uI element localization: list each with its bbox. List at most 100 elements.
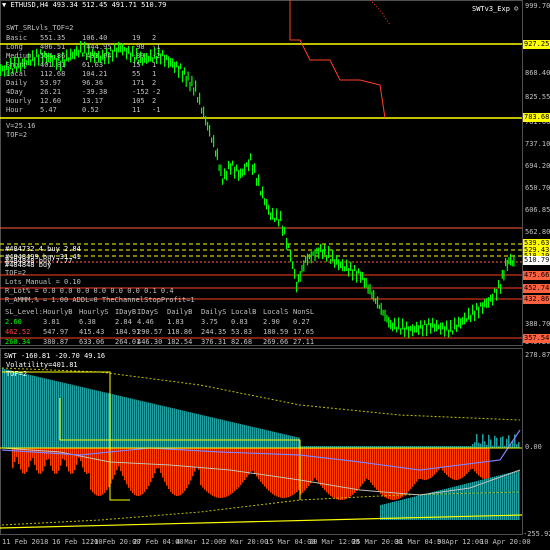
candle: [428, 318, 430, 326]
candle: [118, 41, 120, 53]
histogram-bar: [140, 400, 142, 448]
histogram-bar: [148, 448, 150, 486]
histogram-bar: [184, 448, 186, 491]
level-value: 26.21: [40, 88, 62, 96]
histogram-bar: [206, 448, 208, 492]
histogram-bar: [236, 423, 238, 448]
candle: [350, 261, 352, 271]
tof-value: TOF=2: [6, 131, 28, 139]
candle: [258, 174, 260, 187]
candle: [240, 168, 242, 179]
time-tick: 10 Apr 20:00: [480, 538, 531, 546]
price-tick: 999.70: [525, 2, 550, 10]
histogram-bar: [70, 384, 72, 448]
candle: [390, 319, 392, 330]
candle: [334, 259, 336, 268]
level-value: 53.97: [40, 79, 62, 87]
histogram-bar: [390, 448, 392, 500]
table-header-cell: SL_Level:: [5, 308, 43, 316]
histogram-bar: [498, 475, 500, 520]
histogram-bar: [512, 472, 514, 520]
candle: [336, 255, 338, 265]
histogram-bar: [358, 448, 360, 489]
histogram-bar: [390, 502, 392, 520]
histogram-bar: [58, 381, 60, 448]
candle: [494, 288, 496, 293]
levels-title: SWT_SRLvls_TOF=2: [6, 24, 74, 32]
histogram-bar: [90, 389, 92, 448]
histogram-bar: [190, 412, 192, 448]
candle: [380, 303, 382, 315]
candle: [338, 259, 340, 271]
histogram-bar: [286, 448, 288, 498]
candle: [501, 269, 503, 279]
histogram-bar: [478, 442, 480, 448]
histogram-bar: [20, 372, 22, 448]
candle: [444, 326, 446, 337]
candle: [416, 321, 418, 333]
table-header-cell: IDayS: [137, 308, 159, 316]
candle: [205, 116, 207, 126]
table-header-cell: HourlyS: [79, 308, 109, 316]
symbol-arrow-icon: ▼: [2, 1, 7, 9]
candle: [488, 297, 490, 308]
histogram-bar: [280, 448, 282, 498]
histogram-bar: [438, 490, 440, 520]
candle: [412, 324, 414, 337]
candle: [301, 264, 303, 273]
candle: [303, 260, 305, 272]
candle: [430, 323, 432, 334]
candle: [213, 135, 215, 148]
candle: [508, 257, 510, 265]
time-tick: 11 Feb 2018: [2, 538, 49, 546]
histogram-bar: [458, 485, 460, 520]
histogram-bar: [168, 407, 170, 448]
candle: [460, 318, 462, 329]
histogram-bar: [186, 448, 188, 489]
histogram-bar: [286, 434, 288, 448]
candle: [398, 317, 400, 330]
candle: [348, 268, 350, 277]
candle: [282, 225, 284, 236]
histogram-bar: [66, 383, 68, 448]
histogram-bar: [490, 439, 492, 448]
candle: [296, 281, 298, 293]
histogram-bar: [254, 448, 256, 474]
histogram-bar: [194, 413, 196, 448]
histogram-bar: [36, 376, 38, 448]
histogram-bar: [412, 497, 414, 520]
histogram-bar: [500, 475, 502, 520]
level-value: -98: [132, 43, 145, 51]
candle: [222, 178, 224, 185]
candle: [181, 70, 184, 83]
histogram-bar: [68, 448, 70, 472]
histogram-bar: [50, 448, 52, 466]
level-value: 55: [132, 70, 141, 78]
table-cell: 0.27: [293, 318, 310, 326]
table-header-cell: LocalB: [231, 308, 257, 316]
candle: [470, 314, 472, 323]
candle: [242, 168, 244, 177]
candle: [209, 125, 211, 137]
histogram-bar: [346, 448, 348, 499]
candle: [360, 271, 362, 283]
candle: [288, 244, 290, 249]
table-cell: 118.86: [167, 328, 193, 336]
table-cell: 0.83: [231, 318, 248, 326]
table-cell: 2.84: [115, 318, 132, 326]
histogram-bar: [382, 448, 384, 496]
histogram-bar: [452, 448, 454, 480]
histogram-bar: [516, 444, 518, 448]
histogram-bar: [456, 448, 458, 480]
histogram-bar: [88, 448, 90, 474]
histogram-bar: [158, 448, 160, 469]
histogram-bar: [84, 448, 86, 472]
histogram-bar: [94, 389, 96, 448]
candle: [373, 290, 375, 302]
candle: [191, 75, 193, 87]
candle: [234, 166, 236, 179]
histogram-bar: [124, 448, 126, 481]
candle: [442, 322, 444, 330]
level-value: 11: [132, 106, 141, 114]
histogram-bar: [164, 406, 166, 448]
